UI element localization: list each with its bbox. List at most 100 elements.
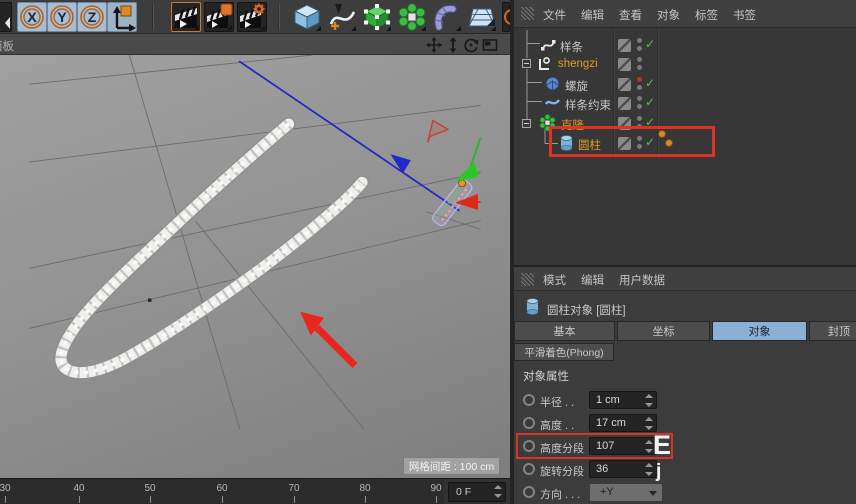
radius-stepper[interactable] bbox=[644, 394, 653, 407]
expander-cloner[interactable] bbox=[522, 119, 531, 128]
ruler-number: 60 bbox=[216, 483, 227, 494]
om-menu-file[interactable]: 文件 bbox=[543, 7, 566, 23]
render-region-button[interactable] bbox=[204, 2, 234, 32]
keyframe-circle[interactable] bbox=[523, 417, 535, 429]
pan-view-icon[interactable] bbox=[426, 37, 442, 53]
axis-center-dot bbox=[148, 298, 152, 302]
ruler-number: 80 bbox=[359, 483, 370, 494]
render-visibility-dot[interactable] bbox=[637, 46, 642, 51]
editor-visibility-dot[interactable] bbox=[637, 116, 642, 121]
cylinder-icon bbox=[526, 297, 539, 315]
clipped-toolbar-icon[interactable] bbox=[502, 2, 510, 32]
frame-field-area: 0 F bbox=[444, 478, 510, 504]
tab-caps[interactable]: 封顶 bbox=[809, 321, 856, 341]
height-input[interactable]: 17 cm bbox=[589, 414, 657, 432]
layer-toggle[interactable] bbox=[618, 97, 631, 110]
prop-row-orientation: 方向 . . . +Y bbox=[514, 482, 856, 503]
ruler-number: 50 bbox=[144, 483, 155, 494]
ruler-number: 90 bbox=[430, 483, 441, 494]
am-menu-userdata[interactable]: 用户数据 bbox=[619, 272, 665, 288]
x-axis-lock-button[interactable]: X bbox=[17, 2, 47, 32]
enable-check[interactable]: ✓ bbox=[645, 76, 655, 90]
prop-row-rotation-segments: 旋转分段 36 bbox=[514, 459, 856, 480]
keyframe-circle[interactable] bbox=[523, 486, 535, 498]
prop-row-radius: 半径 . . 1 cm bbox=[514, 390, 856, 411]
current-frame-input[interactable]: 0 F bbox=[448, 482, 506, 502]
render-view-button[interactable] bbox=[171, 2, 201, 32]
annotation-box-cylinder-row bbox=[549, 126, 715, 157]
clipped-toolbar-icon[interactable] bbox=[0, 2, 12, 32]
panel-grip-icon[interactable] bbox=[521, 7, 534, 20]
zoom-view-icon[interactable] bbox=[445, 37, 461, 53]
ruler-number: 30 bbox=[0, 483, 11, 494]
object-title: 圆柱对象 [圆柱] bbox=[547, 302, 626, 318]
annotation-flag bbox=[428, 120, 448, 142]
enable-check[interactable]: ✓ bbox=[645, 37, 655, 51]
render-visibility-dot[interactable] bbox=[637, 104, 642, 109]
null-object-icon bbox=[536, 56, 552, 72]
tab-basic[interactable]: 基本 bbox=[514, 321, 615, 341]
editor-visibility-dot[interactable] bbox=[637, 96, 642, 101]
keyframe-circle[interactable] bbox=[523, 394, 535, 406]
y-axis-handle bbox=[455, 137, 481, 181]
viewport-menubar: 面板 bbox=[0, 34, 510, 55]
c4d-window: X Y Z bbox=[0, 0, 856, 504]
editor-visibility-dot-red[interactable] bbox=[637, 77, 642, 82]
helix-icon bbox=[545, 76, 560, 91]
viewport-canvas[interactable]: 网格间距 : 100 cm bbox=[0, 55, 510, 478]
enable-check[interactable]: ✓ bbox=[645, 95, 655, 109]
frame-stepper[interactable] bbox=[493, 485, 502, 498]
timeline-ruler[interactable]: 30 40 50 60 70 80 90 bbox=[0, 478, 444, 504]
z-axis-lock-button[interactable]: Z bbox=[77, 2, 107, 32]
toggle-panel-icon[interactable] bbox=[482, 37, 498, 53]
om-menu-edit[interactable]: 编辑 bbox=[581, 7, 604, 23]
editor-visibility-dot[interactable] bbox=[637, 57, 642, 62]
layer-toggle[interactable] bbox=[618, 39, 631, 52]
annotation-box-height-segments bbox=[516, 433, 673, 459]
deformer-button[interactable] bbox=[432, 2, 462, 32]
attribute-manager: 模式 编辑 用户数据 圆柱对象 [圆柱] 基本 坐标 对象 封顶 平滑着色(Ph… bbox=[514, 265, 856, 504]
expander-shengzi[interactable] bbox=[522, 59, 531, 68]
layer-toggle[interactable] bbox=[618, 58, 631, 71]
om-menu-objects[interactable]: 对象 bbox=[657, 7, 680, 23]
ruler-number: 70 bbox=[288, 483, 299, 494]
om-menu-view[interactable]: 查看 bbox=[619, 7, 642, 23]
rotate-view-icon[interactable] bbox=[463, 37, 479, 53]
x-axis-label: X bbox=[18, 3, 46, 31]
tab-coordinates[interactable]: 坐标 bbox=[617, 321, 710, 341]
annotation-arrow bbox=[300, 312, 355, 366]
coordinate-system-button[interactable] bbox=[107, 2, 137, 32]
layer-toggle[interactable] bbox=[618, 78, 631, 91]
subdivision-cube-button[interactable] bbox=[362, 2, 392, 32]
tab-phong[interactable]: 平滑着色(Phong) bbox=[514, 343, 614, 361]
render-visibility-dot[interactable] bbox=[637, 85, 642, 90]
rotation-segments-stepper[interactable] bbox=[644, 463, 653, 476]
render-visibility-dot[interactable] bbox=[637, 65, 642, 70]
object-manager: 样条 ✓ shengzi bbox=[514, 28, 856, 265]
array-cloner-button[interactable] bbox=[397, 2, 427, 32]
primitive-cube-button[interactable] bbox=[292, 2, 322, 32]
om-menu-tags[interactable]: 标签 bbox=[695, 7, 718, 23]
section-object-properties: 对象属性 bbox=[523, 368, 569, 384]
orientation-dropdown[interactable]: +Y bbox=[589, 483, 663, 502]
viewport-menu-panel[interactable]: 面板 bbox=[0, 38, 14, 54]
grid-spacing-label: 网格间距 : 100 cm bbox=[403, 457, 500, 475]
render-settings-button[interactable] bbox=[237, 2, 267, 32]
radius-input[interactable]: 1 cm bbox=[589, 391, 657, 409]
y-axis-lock-button[interactable]: Y bbox=[47, 2, 77, 32]
spline-pen-button[interactable] bbox=[327, 2, 357, 32]
keyframe-circle[interactable] bbox=[523, 463, 535, 475]
frame-value: 0 F bbox=[456, 486, 471, 498]
om-menu-bookmarks[interactable]: 书签 bbox=[733, 7, 756, 23]
floor-environment-button[interactable] bbox=[467, 2, 497, 32]
am-menu-edit[interactable]: 编辑 bbox=[581, 272, 604, 288]
spline-icon bbox=[541, 38, 556, 53]
tab-object[interactable]: 对象 bbox=[712, 321, 807, 341]
panel-grip-icon[interactable] bbox=[521, 273, 534, 286]
right-panel: 文件 编辑 查看 对象 标签 书签 bbox=[514, 0, 856, 504]
am-menu-mode[interactable]: 模式 bbox=[543, 272, 566, 288]
rotation-segments-input[interactable]: 36 bbox=[589, 460, 657, 478]
height-stepper[interactable] bbox=[644, 417, 653, 430]
rope-object bbox=[61, 124, 362, 373]
editor-visibility-dot[interactable] bbox=[637, 38, 642, 43]
